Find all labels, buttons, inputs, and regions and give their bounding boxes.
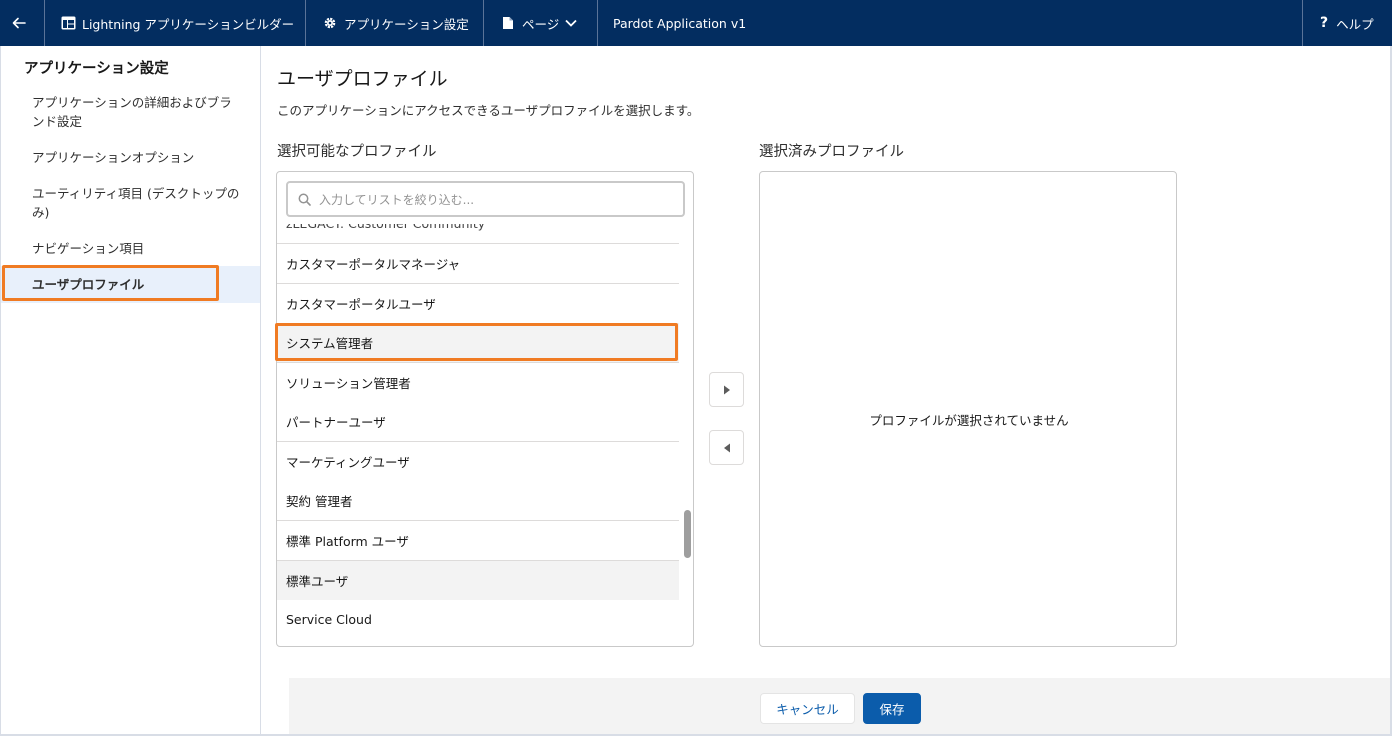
app-settings-tab-label: アプリケーション設定 bbox=[344, 16, 469, 32]
list-item[interactable]: ソリューション管理者 bbox=[277, 363, 679, 403]
selected-profiles-listbox: プロファイルが選択されていません bbox=[759, 171, 1177, 647]
list-item[interactable]: 標準ユーザ bbox=[277, 561, 679, 601]
triangle-right-icon bbox=[723, 380, 731, 399]
app-name: Pardot Application v1 bbox=[598, 0, 1303, 46]
list-item[interactable]: 契約 管理者 bbox=[277, 481, 679, 521]
top-navigation-bar: Lightning アプリケーションビルダー アプリケーション設定 ページ Pa… bbox=[0, 0, 1392, 46]
help-label: ヘルプ bbox=[1336, 16, 1374, 32]
highlight-box bbox=[275, 323, 678, 361]
cancel-button[interactable]: キャンセル bbox=[760, 693, 855, 724]
list-scrollbar[interactable] bbox=[679, 224, 693, 632]
list-item[interactable]: パートナーユーザ bbox=[277, 402, 679, 442]
help-icon: ? bbox=[1320, 15, 1329, 31]
move-to-available-button[interactable] bbox=[709, 430, 744, 465]
help-button[interactable]: ? ヘルプ bbox=[1303, 0, 1392, 46]
app-builder-icon bbox=[60, 15, 76, 31]
list-item[interactable]: カスタマーポータルユーザ bbox=[277, 284, 679, 324]
list-item[interactable]: zLEGACY: Customer Community bbox=[277, 224, 679, 244]
list-item[interactable]: Service Cloud bbox=[277, 600, 679, 632]
available-profiles-listbox: 入力してリストを絞り込む... zLEGACY: Customer Commun… bbox=[276, 171, 694, 647]
move-to-selected-button[interactable] bbox=[709, 372, 744, 407]
selected-profiles-label: 選択済みプロファイル bbox=[759, 144, 904, 160]
list-item[interactable]: マーケティングユーザ bbox=[277, 442, 679, 482]
page-menu-label: ページ bbox=[522, 16, 560, 32]
gear-icon bbox=[322, 15, 338, 31]
triangle-left-icon bbox=[723, 438, 731, 457]
builder-title[interactable]: Lightning アプリケーションビルダー bbox=[45, 0, 306, 46]
profile-list: zLEGACY: Customer Community カスタマーポータルマネー… bbox=[277, 224, 679, 632]
page-description: このアプリケーションにアクセスできるユーザプロファイルを選択します。 bbox=[277, 103, 700, 118]
sidebar-item-navigation-items[interactable]: ナビゲーション項目 bbox=[1, 239, 260, 258]
settings-sidebar: アプリケーション設定 アプリケーションの詳細およびブランド設定 アプリケーション… bbox=[0, 46, 261, 736]
search-icon bbox=[298, 193, 311, 206]
save-button[interactable]: 保存 bbox=[863, 693, 921, 724]
search-placeholder: 入力してリストを絞り込む... bbox=[319, 192, 475, 207]
page-icon bbox=[500, 15, 516, 31]
app-settings-tab[interactable]: アプリケーション設定 bbox=[306, 0, 484, 46]
scrollbar-thumb[interactable] bbox=[684, 510, 691, 558]
sidebar-title: アプリケーション設定 bbox=[24, 61, 169, 77]
back-button[interactable] bbox=[0, 0, 45, 46]
selected-empty-text: プロファイルが選択されていません bbox=[869, 413, 1069, 428]
chevron-down-icon bbox=[565, 19, 577, 27]
sidebar-item-utility-items[interactable]: ユーティリティ項目 (デスクトップのみ) bbox=[1, 184, 260, 222]
page-menu[interactable]: ページ bbox=[484, 0, 598, 46]
available-profiles-label: 選択可能なプロファイル bbox=[277, 144, 437, 160]
app-name-text: Pardot Application v1 bbox=[613, 15, 747, 31]
highlight-box bbox=[2, 265, 219, 301]
sidebar-item-details-branding[interactable]: アプリケーションの詳細およびブランド設定 bbox=[1, 93, 260, 131]
sidebar-item-app-options[interactable]: アプリケーションオプション bbox=[1, 148, 260, 167]
arrow-left-icon bbox=[11, 15, 27, 31]
page-title: ユーザプロファイル bbox=[277, 68, 448, 90]
list-item[interactable]: カスタマーポータルマネージャ bbox=[277, 244, 679, 284]
profile-search-input[interactable]: 入力してリストを絞り込む... bbox=[286, 181, 685, 217]
list-item[interactable]: 標準 Platform ユーザ bbox=[277, 521, 679, 561]
builder-title-text: Lightning アプリケーションビルダー bbox=[82, 16, 295, 32]
